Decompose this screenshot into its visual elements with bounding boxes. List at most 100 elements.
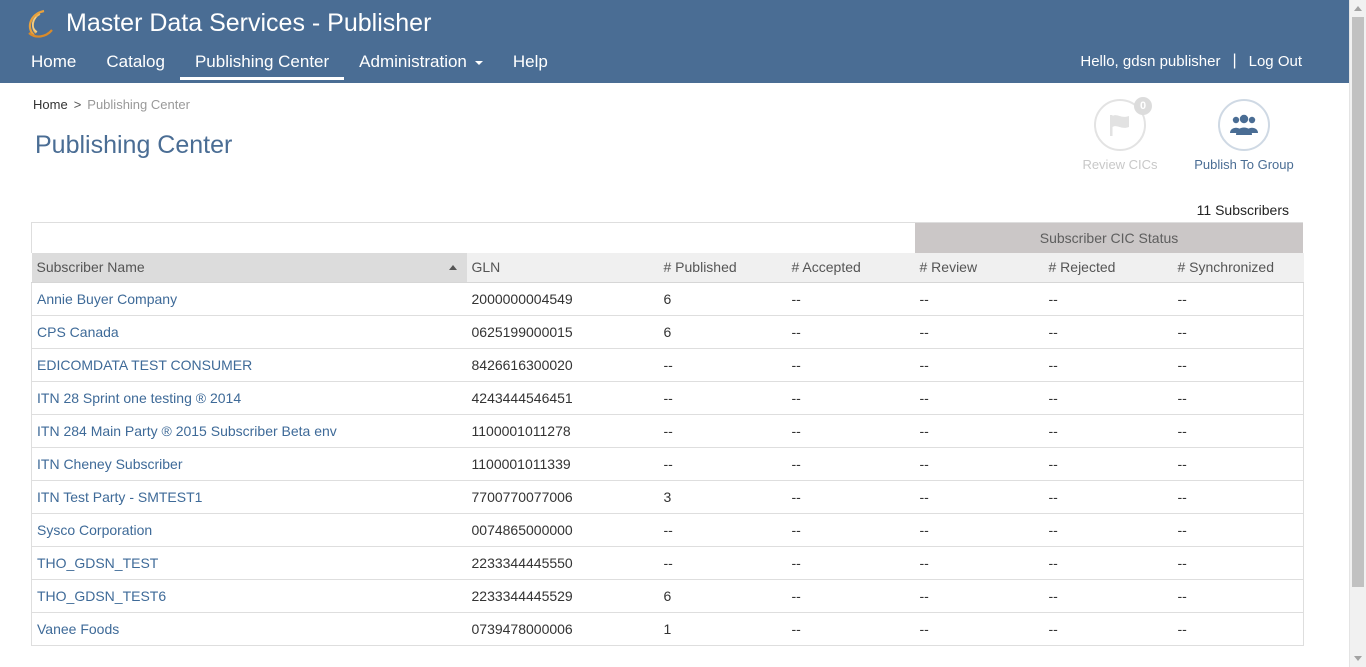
rejected-cell: --	[1043, 579, 1173, 613]
published-cell: 6	[658, 282, 787, 316]
published-cell: --	[658, 381, 787, 415]
review-cell: --	[914, 513, 1044, 547]
gln-cell: 0739478000006	[466, 612, 659, 646]
accepted-cell: --	[786, 546, 915, 580]
synchronized-cell: --	[1172, 282, 1304, 316]
subscriber-name-cell[interactable]: THO_GDSN_TEST6	[31, 579, 467, 613]
column-header-accepted[interactable]: # Accepted	[786, 253, 915, 283]
app-logo-icon	[28, 9, 53, 38]
review-cell: --	[914, 381, 1044, 415]
scroll-down-arrow-icon[interactable]	[1354, 656, 1362, 661]
subscriber-name-cell[interactable]: ITN 28 Sprint one testing ® 2014	[31, 381, 467, 415]
publish-to-group-button[interactable]: Publish To Group	[1184, 99, 1304, 172]
table-body: Annie Buyer Company 2000000004549 6 -- -- -- -…	[31, 282, 1304, 646]
column-label-subscriber-name: Subscriber Name	[36, 259, 145, 276]
column-header-rejected[interactable]: # Rejected	[1043, 253, 1173, 283]
column-header-review[interactable]: # Review	[914, 253, 1044, 283]
accepted-cell: --	[786, 282, 915, 316]
table-row: ITN Test Party - SMTEST1 7700770077006 3 --…	[31, 480, 1304, 514]
column-header-published[interactable]: # Published	[658, 253, 787, 283]
synchronized-cell: --	[1172, 612, 1304, 646]
synchronized-cell: --	[1172, 414, 1304, 448]
review-cell: --	[914, 579, 1044, 613]
accepted-cell: --	[786, 612, 915, 646]
nav-help[interactable]: Help	[498, 47, 563, 80]
nav-publishing-center-label: Publishing Center	[194, 52, 330, 71]
main-nav: Home Catalog Publishing Center Administr…	[16, 47, 563, 80]
breadcrumb: Home > Publishing Center	[33, 97, 190, 112]
nav-help-label: Help	[512, 52, 548, 71]
nav-publishing-center[interactable]: Publishing Center	[179, 47, 345, 80]
subscriber-name-cell[interactable]: Vanee Foods	[31, 612, 467, 646]
breadcrumb-current: Publishing Center	[87, 97, 190, 112]
scroll-up-arrow-icon[interactable]	[1354, 6, 1362, 11]
review-cell: --	[914, 348, 1044, 382]
column-header-gln[interactable]: GLN	[466, 253, 659, 283]
subscriber-name-cell[interactable]: THO_GDSN_TEST	[31, 546, 467, 580]
rejected-cell: --	[1043, 480, 1173, 514]
table-row: Vanee Foods 0739478000006 1 -- -- -- --	[31, 612, 1304, 646]
synchronized-cell: --	[1172, 315, 1304, 349]
subscriber-count: 11 Subscribers	[1196, 202, 1289, 218]
gln-cell: 2233344445529	[466, 579, 659, 613]
published-cell: 1	[658, 612, 787, 646]
table-row: ITN Cheney Subscriber 1100001011339 -- -- --…	[31, 447, 1304, 481]
published-cell: 6	[658, 579, 787, 613]
table-row: THO_GDSN_TEST 2233344445550 -- -- -- -- --	[31, 546, 1304, 580]
gln-cell: 8426616300020	[466, 348, 659, 382]
synchronized-cell: --	[1172, 480, 1304, 514]
review-cics-button[interactable]: 0 Review CICs	[1060, 97, 1180, 172]
review-cics-label: Review CICs	[1082, 157, 1158, 172]
breadcrumb-home[interactable]: Home	[33, 97, 68, 112]
top-navigation-bar: Master Data Services - Publisher Home Ca…	[0, 0, 1349, 83]
column-header-synchronized[interactable]: # Synchronized	[1172, 253, 1304, 283]
published-cell: --	[658, 348, 787, 382]
subscriber-name-cell[interactable]: ITN Cheney Subscriber	[31, 447, 467, 481]
rejected-cell: --	[1043, 282, 1173, 316]
subscriber-name-cell[interactable]: CPS Canada	[31, 315, 467, 349]
subscriber-cic-status-header: Subscriber CIC Status	[915, 223, 1303, 253]
rejected-cell: --	[1043, 381, 1173, 415]
gln-cell: 0074865000000	[466, 513, 659, 547]
user-greeting: Hello, gdsn publisher	[1080, 52, 1221, 70]
accepted-cell: --	[786, 513, 915, 547]
sort-ascending-icon	[448, 265, 457, 270]
table-header-row: Subscriber Name GLN # Published # Accept…	[31, 253, 1304, 283]
subscriber-name-cell[interactable]: ITN Test Party - SMTEST1	[31, 480, 467, 514]
nav-catalog[interactable]: Catalog	[91, 47, 180, 80]
subscriber-name-cell[interactable]: Sysco Corporation	[31, 513, 467, 547]
vertical-scrollbar[interactable]	[1349, 0, 1366, 667]
publish-to-group-label: Publish To Group	[1194, 157, 1294, 172]
table-row: Annie Buyer Company 2000000004549 6 -- -- -- -…	[31, 282, 1304, 316]
synchronized-cell: --	[1172, 546, 1304, 580]
nav-home[interactable]: Home	[16, 47, 91, 80]
subscriber-name-cell[interactable]: EDICOMDATA TEST CONSUMER	[31, 348, 467, 382]
nav-home-label: Home	[31, 52, 77, 71]
review-cell: --	[914, 282, 1044, 316]
nav-catalog-label: Catalog	[106, 52, 165, 71]
nav-administration[interactable]: Administration	[344, 47, 498, 80]
subscriber-name-cell[interactable]: ITN 284 Main Party ® 2015 Subscriber Bet…	[31, 414, 467, 448]
logout-link[interactable]: Log Out	[1249, 53, 1302, 70]
table-row: ITN 284 Main Party ® 2015 Subscriber Bet…	[31, 414, 1304, 448]
nav-administration-label: Administration	[359, 52, 467, 71]
user-area-separator: |	[1232, 52, 1237, 69]
column-header-subscriber-name[interactable]: Subscriber Name	[31, 253, 467, 283]
scrollbar-thumb[interactable]	[1352, 17, 1364, 587]
rejected-cell: --	[1043, 447, 1173, 481]
review-cell: --	[914, 315, 1044, 349]
published-cell: --	[658, 414, 787, 448]
accepted-cell: --	[786, 480, 915, 514]
review-cell: --	[914, 480, 1044, 514]
accepted-cell: --	[786, 579, 915, 613]
review-cell: --	[914, 447, 1044, 481]
gln-cell: 2233344445550	[466, 546, 659, 580]
accepted-cell: --	[786, 414, 915, 448]
subscriber-name-cell[interactable]: Annie Buyer Company	[31, 282, 467, 316]
published-cell: --	[658, 513, 787, 547]
review-cell: --	[914, 546, 1044, 580]
synchronized-cell: --	[1172, 381, 1304, 415]
table-row: ITN 28 Sprint one testing ® 2014 42434445…	[31, 381, 1304, 415]
published-cell: 3	[658, 480, 787, 514]
gln-cell: 1100001011278	[466, 414, 659, 448]
